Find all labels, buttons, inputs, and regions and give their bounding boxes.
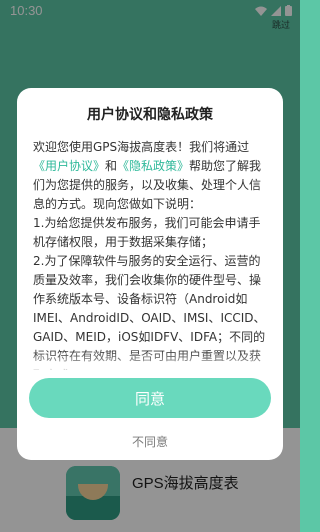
user-agreement-link[interactable]: 《用户协议》 (33, 159, 105, 173)
agree-button[interactable]: 同意 (29, 378, 271, 418)
body-item-1: 1.为给您提供发布服务，我们可能会申请手机存储权限，用于数据采集存储； (33, 216, 261, 249)
dialog-title: 用户协议和隐私政策 (87, 107, 213, 123)
scroll-fade (17, 350, 283, 376)
privacy-policy-link[interactable]: 《隐私政策》 (117, 159, 189, 173)
privacy-dialog: 用户协议和隐私政策 欢迎您使用GPS海拔高度表！我们将通过《用户协议》和《隐私政… (17, 88, 283, 460)
body-and: 和 (105, 159, 118, 173)
body-intro: 欢迎您使用GPS海拔高度表！我们将通过 (33, 140, 250, 154)
dialog-body[interactable]: 欢迎您使用GPS海拔高度表！我们将通过《用户协议》和《隐私政策》帮助您了解我们为… (33, 138, 271, 370)
disagree-button[interactable]: 不同意 (29, 430, 271, 452)
